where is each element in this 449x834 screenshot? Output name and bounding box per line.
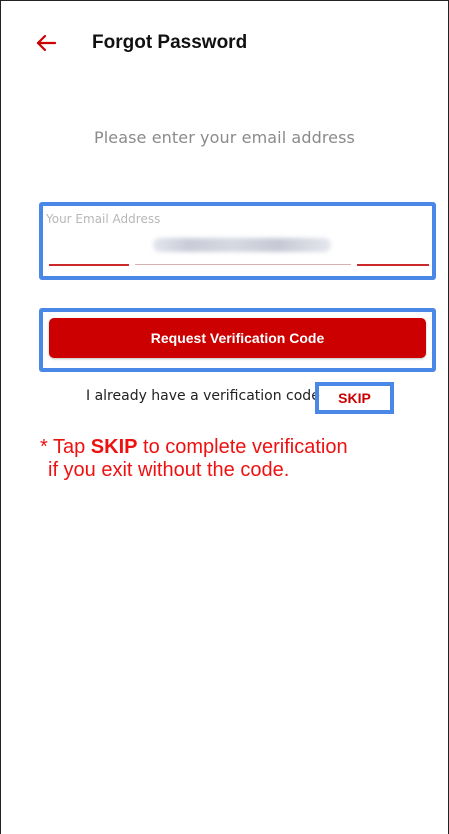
- note-skip-emphasis: SKIP: [90, 436, 138, 458]
- note-line-1: * Tap SKIP to complete verification: [40, 436, 348, 459]
- email-field[interactable]: Your Email Address ••••••••••••••••••: [39, 202, 436, 280]
- note-prefix: * Tap: [40, 436, 91, 458]
- email-underline: [135, 264, 351, 265]
- already-have-code-text: I already have a verification code: [86, 388, 320, 404]
- note-line1-suffix: to complete verification: [137, 436, 348, 458]
- screen-frame: [0, 0, 449, 834]
- email-underline: [49, 264, 129, 266]
- email-underline: [357, 264, 429, 266]
- page-title: Forgot Password: [92, 32, 248, 53]
- email-field-label: Your Email Address: [46, 212, 161, 226]
- email-field-value[interactable]: ••••••••••••••••••: [153, 238, 331, 252]
- instruction-text: Please enter your email address: [93, 128, 355, 147]
- note-line-2: if you exit without the code.: [48, 459, 290, 481]
- request-verification-code-button[interactable]: Request Verification Code: [49, 318, 426, 358]
- request-button-highlight: Request Verification Code: [39, 308, 436, 372]
- app-header: Forgot Password: [0, 28, 449, 62]
- arrow-left-icon[interactable]: [34, 31, 58, 55]
- skip-instruction-note: * Tap SKIP to complete verification if y…: [40, 436, 348, 482]
- skip-button[interactable]: SKIP: [315, 382, 394, 414]
